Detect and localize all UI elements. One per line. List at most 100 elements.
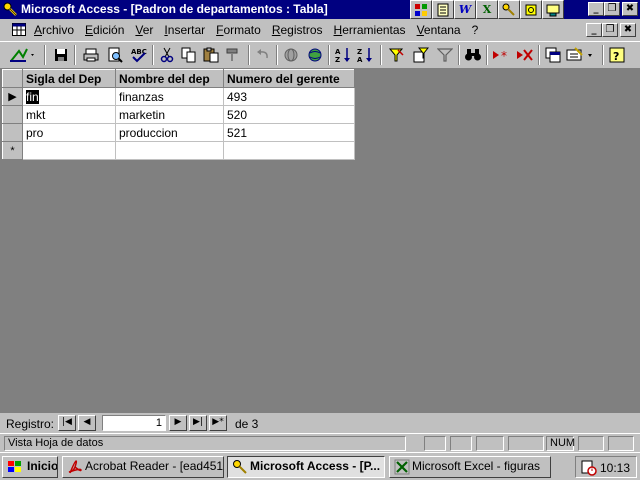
taskbar-acrobat-label: Acrobat Reader - [ead451-... — [85, 459, 224, 473]
save-icon[interactable] — [50, 45, 72, 65]
table-cell[interactable]: marketin — [115, 105, 224, 124]
access-key-icon — [233, 460, 247, 474]
restore-button[interactable]: ❐ — [604, 2, 620, 16]
start-button[interactable]: Inicio — [2, 456, 58, 478]
title-bar[interactable]: Microsoft Access - [Padron de departamen… — [0, 0, 640, 19]
menu-item-herramientas[interactable]: Herramientas — [334, 23, 411, 37]
table-cell[interactable]: 520 — [223, 105, 355, 124]
taskbar-excel[interactable]: Microsoft Excel - figuras — [389, 456, 551, 478]
record-count: de 3 — [235, 417, 259, 431]
windows-logo-icon — [8, 461, 21, 472]
svg-text:Z: Z — [335, 56, 340, 63]
menu-item-ver[interactable]: Ver — [135, 23, 158, 37]
sort-descending-icon[interactable]: ZA — [354, 45, 376, 65]
new-record-selector[interactable]: * — [2, 141, 23, 160]
new-record-nav-button[interactable]: ▶* — [209, 415, 227, 431]
status-bar: Vista Hoja de datos NUM — [0, 433, 640, 452]
menu-item-ventana[interactable]: Ventana — [417, 23, 466, 37]
cell-value: mkt — [26, 107, 46, 122]
table-cell[interactable] — [115, 141, 224, 160]
table-cell[interactable]: 521 — [223, 123, 355, 142]
word-icon[interactable]: W — [454, 0, 476, 19]
undo-icon[interactable] — [252, 45, 274, 65]
insert-hyperlink-icon[interactable] — [280, 45, 302, 65]
copy-icon[interactable] — [178, 45, 200, 65]
svg-text:A: A — [357, 56, 363, 63]
menu-item-archivo[interactable]: Archivo — [34, 23, 79, 37]
minimize-button[interactable]: _ — [588, 2, 604, 16]
doc-minimize-button[interactable]: _ — [586, 23, 602, 37]
table-cell[interactable]: fin — [22, 87, 116, 106]
system-tray: 10:13 — [575, 456, 637, 478]
record-selector[interactable]: ▶ — [2, 87, 23, 106]
record-number-input[interactable]: 1 — [102, 415, 166, 431]
outlook-icon[interactable] — [542, 0, 564, 19]
cut-icon[interactable] — [156, 45, 178, 65]
table-cell[interactable]: mkt — [22, 105, 116, 124]
record-navigator: Registro: |◀ ◀ 1 ▶ ▶| ▶* de 3 — [0, 413, 640, 433]
spelling-icon[interactable]: ABC — [128, 45, 150, 65]
taskbar-excel-label: Microsoft Excel - figuras — [412, 459, 541, 473]
paste-icon[interactable] — [200, 45, 222, 65]
datasheet-icon[interactable] — [12, 23, 26, 36]
office-logo-icon[interactable] — [410, 0, 432, 19]
new-record-row: * — [2, 141, 355, 160]
filter-by-form-icon[interactable] — [410, 45, 432, 65]
cell-value: marketin — [119, 107, 166, 122]
notepad-icon[interactable] — [432, 0, 454, 19]
table-cell[interactable]: finanzas — [115, 87, 224, 106]
taskbar-acrobat[interactable]: Acrobat Reader - [ead451-... — [62, 456, 224, 478]
help-icon[interactable]: ? — [606, 45, 628, 65]
access-key-icon[interactable] — [498, 0, 520, 19]
menu-item-registros[interactable]: Registros — [272, 23, 328, 37]
filter-by-selection-icon[interactable] — [386, 45, 408, 65]
clock[interactable]: 10:13 — [600, 461, 630, 475]
menu-item-edicion[interactable]: Edición — [85, 23, 129, 37]
format-painter-icon[interactable] — [222, 45, 244, 65]
last-record-button[interactable]: ▶| — [189, 415, 207, 431]
menu-item-insertar[interactable]: Insertar — [164, 23, 210, 37]
status-pane-2 — [450, 436, 472, 451]
web-toolbar-icon[interactable] — [304, 45, 326, 65]
new-record-icon[interactable]: * — [490, 45, 512, 65]
datasheet-area: Sigla del Dep Nombre del dep Numero del … — [0, 69, 640, 413]
close-button[interactable]: ✖ — [622, 2, 638, 16]
column-header-sigla[interactable]: Sigla del Dep — [22, 69, 116, 88]
cell-value: 493 — [227, 89, 248, 104]
table-cell[interactable]: pro — [22, 123, 116, 142]
excel-icon — [394, 459, 410, 475]
window-controls: _ ❐ ✖ — [588, 2, 638, 16]
record-selector[interactable] — [2, 123, 23, 142]
doc-close-button[interactable]: ✖ — [620, 23, 636, 37]
apply-filter-icon[interactable] — [434, 45, 456, 65]
menu-item-help[interactable]: ? — [472, 23, 484, 37]
table-cell[interactable]: 493 — [223, 87, 355, 106]
design-view-icon[interactable] — [8, 45, 38, 65]
scheduler-icon[interactable] — [581, 460, 597, 476]
status-pane-3 — [476, 436, 504, 451]
window-title: Microsoft Access - [Padron de departamen… — [21, 2, 328, 16]
previous-record-button[interactable]: ◀ — [78, 415, 96, 431]
table-cell[interactable] — [22, 141, 116, 160]
menu-item-formato[interactable]: Formato — [216, 23, 266, 37]
table-cell[interactable]: produccion — [115, 123, 224, 142]
delete-record-icon[interactable] — [514, 45, 536, 65]
column-header-nombre[interactable]: Nombre del dep — [115, 69, 224, 88]
select-all-corner[interactable] — [2, 69, 23, 88]
properties-icon[interactable] — [542, 45, 564, 65]
doc-restore-button[interactable]: ❐ — [602, 23, 618, 37]
print-preview-icon[interactable] — [104, 45, 126, 65]
excel-icon[interactable]: X — [476, 0, 498, 19]
first-record-button[interactable]: |◀ — [58, 415, 76, 431]
new-object-icon[interactable] — [564, 45, 598, 65]
binder-icon[interactable] — [520, 0, 542, 19]
find-icon[interactable] — [462, 45, 484, 65]
sort-ascending-icon[interactable]: AZ — [332, 45, 354, 65]
taskbar-access[interactable]: Microsoft Access - [P... — [227, 456, 385, 478]
record-selector[interactable] — [2, 105, 23, 124]
acrobat-icon — [68, 460, 82, 474]
column-header-gerente[interactable]: Numero del gerente — [223, 69, 355, 88]
next-record-button[interactable]: ▶ — [169, 415, 187, 431]
table-cell[interactable] — [223, 141, 355, 160]
print-icon[interactable] — [80, 45, 102, 65]
